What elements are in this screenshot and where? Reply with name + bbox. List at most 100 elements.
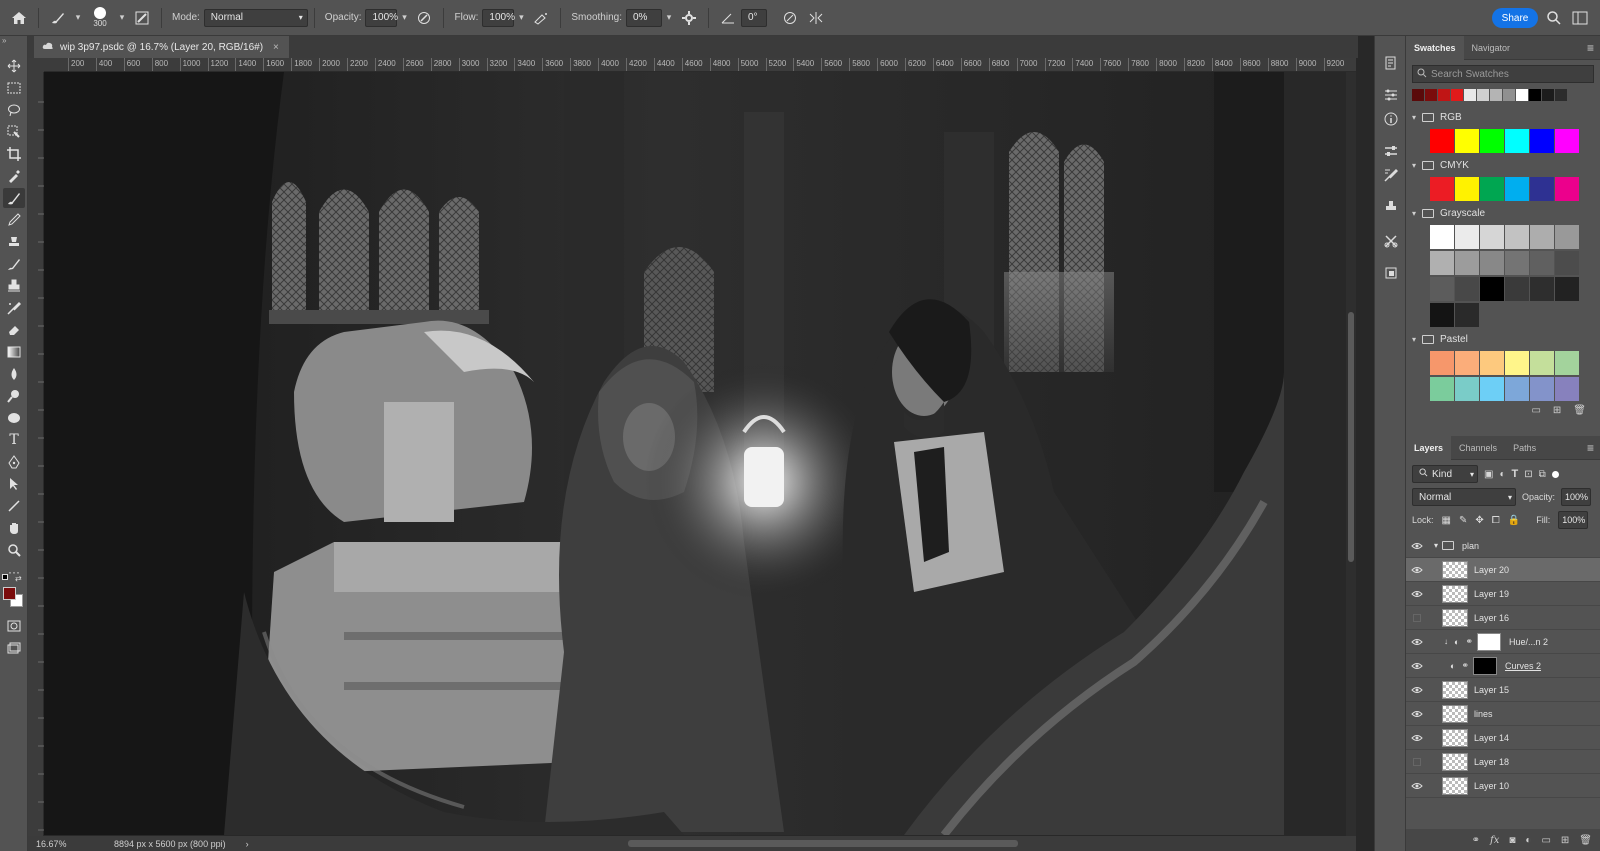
type-filter-icon[interactable]: T	[1512, 468, 1519, 480]
mixer-brush-tool-icon[interactable]	[3, 298, 25, 318]
swatch-search-field[interactable]: Search Swatches	[1412, 65, 1594, 83]
eye-icon[interactable]	[1406, 734, 1428, 742]
pixel-filter-icon[interactable]: ▣	[1484, 469, 1493, 480]
pen-tool-icon[interactable]	[3, 452, 25, 472]
adjustment-filter-icon[interactable]: ◐	[1499, 469, 1505, 480]
opacity-input[interactable]: 100%	[365, 8, 398, 27]
close-icon[interactable]: ×	[273, 42, 279, 53]
tab-navigator[interactable]: Navigator	[1464, 36, 1519, 60]
swatch-group-header[interactable]: ▾ CMYK	[1406, 155, 1600, 175]
color-swatch[interactable]	[1430, 303, 1454, 327]
dodge-tool-icon[interactable]	[3, 386, 25, 406]
scroll-thumb[interactable]	[1348, 312, 1354, 562]
tab-channels[interactable]: Channels	[1451, 436, 1505, 460]
clone-stamp-tool-icon[interactable]	[3, 232, 25, 252]
eye-hidden-icon[interactable]	[1406, 613, 1428, 622]
layer-opacity-input[interactable]: 100%	[1561, 488, 1592, 506]
layer-mask-thumbnail[interactable]	[1472, 656, 1497, 675]
color-swatch[interactable]	[1530, 277, 1554, 301]
move-tool-icon[interactable]	[3, 56, 25, 76]
horizontal-ruler[interactable]: 200 400 600 800 1000 1200 1400 1600 1800 2000 2200…	[44, 58, 1356, 72]
collapse-arrows-icon[interactable]: »	[2, 36, 6, 45]
recent-swatch[interactable]	[1412, 89, 1424, 101]
pressure-size-icon[interactable]	[777, 5, 803, 31]
canvas-area[interactable]	[44, 72, 1356, 842]
eye-icon[interactable]	[1406, 710, 1428, 718]
recent-swatch[interactable]	[1542, 89, 1554, 101]
color-swatch[interactable]	[1530, 177, 1554, 201]
swatch-group-header[interactable]: ▾ Grayscale	[1406, 203, 1600, 223]
new-layer-icon[interactable]: ⊞	[1561, 835, 1569, 846]
hand-tool-icon[interactable]	[3, 518, 25, 538]
object-select-tool-icon[interactable]	[3, 122, 25, 142]
color-swatch[interactable]	[1455, 377, 1479, 401]
brush-settings-icon[interactable]	[1380, 164, 1402, 186]
libraries-icon[interactable]	[1380, 262, 1402, 284]
eye-icon[interactable]	[1406, 686, 1428, 694]
history-brush-tool-icon[interactable]	[3, 254, 25, 274]
line-tool-icon[interactable]	[3, 496, 25, 516]
color-swatch[interactable]	[1555, 377, 1579, 401]
eye-icon[interactable]	[1406, 782, 1428, 790]
tab-paths[interactable]: Paths	[1505, 436, 1544, 460]
color-swatch[interactable]	[1555, 351, 1579, 375]
color-swatch[interactable]	[1530, 225, 1554, 249]
lock-transparency-icon[interactable]: ▦	[1442, 515, 1451, 526]
brush-settings-icon[interactable]	[129, 5, 155, 31]
vertical-scrollbar[interactable]	[1346, 72, 1356, 842]
sponge-tool-icon[interactable]	[3, 408, 25, 428]
layer-row[interactable]: ◐ ⚭ Curves 2	[1406, 654, 1600, 678]
color-swatch[interactable]	[1430, 225, 1454, 249]
link-icon[interactable]: ⚭	[1461, 660, 1469, 671]
color-swatch[interactable]	[1455, 351, 1479, 375]
color-swatch[interactable]	[1480, 251, 1504, 275]
history-icon[interactable]	[1380, 52, 1402, 74]
adjustments-icon[interactable]	[1380, 84, 1402, 106]
mode-select[interactable]: Normal ▾	[203, 8, 308, 27]
fill-input[interactable]: 100%	[1558, 511, 1589, 529]
eyedropper-tool-icon[interactable]	[3, 166, 25, 186]
clone-source-icon[interactable]	[1380, 196, 1402, 218]
layer-thumbnail[interactable]	[1442, 584, 1468, 603]
recent-swatch[interactable]	[1490, 89, 1502, 101]
new-group-icon[interactable]: ▭	[1541, 835, 1550, 846]
path-selection-tool-icon[interactable]	[3, 474, 25, 494]
add-mask-icon[interactable]: ◙	[1509, 835, 1515, 846]
lock-artboard-icon[interactable]: ⧠	[1492, 515, 1500, 526]
link-icon[interactable]: ⚭	[1465, 636, 1473, 647]
color-swatch[interactable]	[1430, 277, 1454, 301]
layer-row[interactable]: lines	[1406, 702, 1600, 726]
smoothing-input[interactable]: 0%	[625, 8, 662, 27]
layer-thumbnail[interactable]	[1442, 752, 1468, 771]
chevron-down-icon[interactable]: ▾	[514, 9, 528, 27]
vertical-ruler[interactable]	[28, 72, 44, 842]
zoom-tool-icon[interactable]	[3, 540, 25, 560]
color-swatch[interactable]	[1555, 177, 1579, 201]
color-swatch[interactable]	[1505, 377, 1529, 401]
swatch-group-header[interactable]: ▾ RGB	[1406, 107, 1600, 127]
filter-toggle-icon[interactable]	[1551, 470, 1559, 478]
layer-thumbnail[interactable]	[1442, 704, 1468, 723]
new-swatch-icon[interactable]: ⊞	[1553, 405, 1561, 416]
chevron-down-icon[interactable]: ▾	[1434, 541, 1438, 550]
color-swatch[interactable]	[1505, 251, 1529, 275]
color-swatch[interactable]	[1455, 303, 1479, 327]
color-swatch[interactable]	[1555, 129, 1579, 153]
lock-pixels-icon[interactable]: ✎	[1459, 515, 1467, 526]
quick-mask-icon[interactable]	[3, 616, 25, 636]
pencil-tool-icon[interactable]	[3, 210, 25, 230]
color-swatch[interactable]	[1530, 129, 1554, 153]
tab-layers[interactable]: Layers	[1406, 435, 1452, 460]
tab-swatches[interactable]: Swatches	[1406, 35, 1464, 60]
swatch-group-header[interactable]: ▾ Pastel	[1406, 329, 1600, 349]
color-swatch[interactable]	[1530, 251, 1554, 275]
recent-swatch[interactable]	[1451, 89, 1463, 101]
color-swatch[interactable]	[1480, 351, 1504, 375]
color-swatch[interactable]	[1530, 377, 1554, 401]
recent-swatch[interactable]	[1516, 89, 1528, 101]
color-swatch[interactable]	[1480, 177, 1504, 201]
eraser-tool-icon[interactable]	[3, 320, 25, 340]
chevron-down-icon[interactable]: ▾	[662, 9, 676, 27]
color-swatch[interactable]	[1505, 177, 1529, 201]
panel-menu-icon[interactable]: ≡	[1587, 41, 1594, 55]
